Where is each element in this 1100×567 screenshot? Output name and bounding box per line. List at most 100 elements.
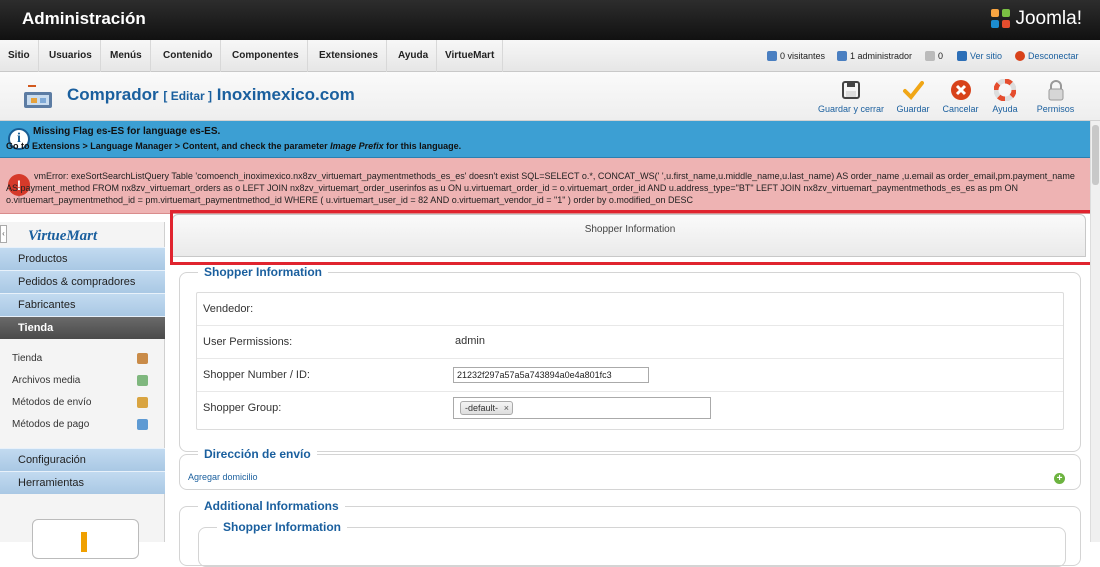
sidebar-subitem-pago-label: Métodos de pago: [12, 419, 90, 430]
toolbar: Comprador [ Editar ] Inoximexico.com Gua…: [0, 72, 1100, 121]
additional-shopper-panel: Shopper Information: [198, 520, 1066, 567]
permissions-button[interactable]: Permisos: [1033, 79, 1078, 114]
lifebuoy-icon: [993, 78, 1017, 102]
save-close-label: Guardar y cerrar: [817, 104, 885, 114]
sidebar-subitem-tienda[interactable]: Tienda: [12, 348, 152, 370]
scrollbar-thumb[interactable]: [1092, 125, 1099, 185]
remove-chip-icon[interactable]: ×: [504, 402, 509, 415]
view-site-link[interactable]: Ver sitio: [957, 51, 1002, 61]
sidebar-item-productos[interactable]: Productos: [0, 247, 165, 270]
help-label: Ayuda: [992, 104, 1018, 114]
add-address-icon[interactable]: +: [1054, 473, 1065, 484]
shopper-info-legend: Shopper Information: [198, 265, 328, 279]
info-message-detail: Go to Extensions > Language Manager > Co…: [6, 141, 461, 151]
checkmark-icon: [902, 79, 924, 101]
menu-usuarios[interactable]: Usuarios: [41, 40, 101, 72]
admin-title: Administración: [22, 9, 146, 28]
help-button[interactable]: Ayuda: [985, 78, 1025, 114]
sidebar-subitem-tienda-label: Tienda: [12, 353, 43, 364]
permissions-value: admin: [455, 335, 485, 347]
page-title-edit: [ Editar ]: [163, 89, 213, 103]
shopper-number-row: Shopper Number / ID:: [197, 359, 1063, 392]
monitor-icon: [957, 51, 967, 61]
joomla-brand-text: Joomla!: [1015, 8, 1082, 29]
sidebar-item-tienda[interactable]: Tienda: [0, 316, 165, 339]
sidebar-item-fabricantes[interactable]: Fabricantes: [0, 293, 165, 316]
sidebar-subitem-media[interactable]: Archivos media: [12, 370, 152, 392]
cancel-icon: [950, 79, 972, 101]
info-message-title: Missing Flag es-ES for language es-ES.: [33, 126, 221, 137]
shopper-group-select[interactable]: -default- ×: [453, 397, 711, 419]
admins-count: 1 administrador: [850, 51, 913, 61]
logout-icon: [1015, 51, 1025, 61]
save-close-button[interactable]: Guardar y cerrar: [816, 79, 886, 114]
messages-icon: [925, 51, 935, 61]
shopper-header-icon: [22, 82, 54, 114]
save-label: Guardar: [896, 104, 930, 114]
sidebar-item-pedidos[interactable]: Pedidos & compradores: [0, 270, 165, 293]
menu-extensiones[interactable]: Extensiones: [311, 40, 387, 72]
menu-componentes[interactable]: Componentes: [224, 40, 308, 72]
virtuemart-logo: VirtueMart: [28, 228, 98, 244]
menu-menus[interactable]: Menús: [102, 40, 151, 72]
info-detail-part2: for this language.: [383, 141, 462, 151]
payment-icon: [137, 419, 148, 430]
info-detail-emphasis: Image Prefix: [330, 141, 384, 151]
shopper-number-label: Shopper Number / ID:: [203, 369, 310, 381]
sidebar: VirtueMart Productos Pedidos & comprador…: [0, 222, 165, 559]
lock-icon: [1045, 79, 1067, 101]
menu-contenido[interactable]: Contenido: [155, 40, 222, 72]
view-site-label: Ver sitio: [970, 51, 1003, 61]
messages-status[interactable]: 0: [925, 51, 943, 61]
permissions-row: User Permissions: admin: [197, 326, 1063, 359]
page-title-text: Comprador: [67, 85, 159, 104]
shopper-group-chip: -default- ×: [460, 401, 514, 415]
sidebar-promo-box: [32, 519, 139, 559]
logout-label: Desconectar: [1028, 51, 1079, 61]
permissions-label: User Permissions:: [203, 336, 293, 348]
admin-users-icon: [837, 51, 847, 61]
vendor-row: Vendedor:: [197, 293, 1063, 326]
joomla-logo[interactable]: Joomla!: [991, 8, 1082, 30]
error-message: ! vmError: exeSortSearchListQuery Table …: [0, 158, 1100, 214]
truck-icon: [137, 397, 148, 408]
shopper-group-chip-label: -default-: [465, 403, 499, 413]
shopper-fields: Vendedor: User Permissions: admin Shoppe…: [196, 292, 1064, 430]
cancel-button[interactable]: Cancelar: [938, 79, 983, 114]
page-scrollbar[interactable]: [1090, 121, 1100, 542]
store-icon: [137, 353, 148, 364]
sidebar-subitem-envio[interactable]: Métodos de envío: [12, 392, 152, 414]
shopper-number-input[interactable]: [453, 367, 649, 383]
sidebar-item-herramientas[interactable]: Herramientas: [0, 471, 165, 494]
menu-ayuda[interactable]: Ayuda: [390, 40, 438, 72]
page-title: Comprador [ Editar ] Inoximexico.com: [67, 85, 355, 105]
shopper-group-row: Shopper Group: -default- ×: [197, 392, 1063, 429]
menu-sitio[interactable]: Sitio: [0, 40, 39, 72]
highlight-box: [170, 210, 1098, 265]
sidebar-subitem-pago[interactable]: Métodos de pago: [12, 414, 152, 436]
vendor-label: Vendedor:: [203, 303, 254, 315]
joomla-mark-icon: [991, 9, 1011, 29]
sidebar-item-configuracion[interactable]: Configuración: [0, 448, 165, 471]
additional-shopper-legend: Shopper Information: [217, 520, 347, 534]
info-message: i Missing Flag es-ES for language es-ES.…: [0, 121, 1100, 158]
shipping-panel: Dirección de envío Agregar domicilio +: [179, 447, 1081, 490]
info-detail-part1: Go to Extensions > Language Manager > Co…: [6, 141, 331, 151]
page-title-site: Inoximexico.com: [216, 85, 355, 104]
add-address-link[interactable]: Agregar domicilio: [188, 472, 258, 482]
users-icon: [767, 51, 777, 61]
media-icon: [137, 375, 148, 386]
admins-status: 1 administrador: [837, 51, 912, 61]
admin-header: Administración Joomla!: [0, 0, 1100, 40]
shopper-info-panel: Shopper Information Vendedor: User Permi…: [179, 265, 1081, 452]
shopper-group-label: Shopper Group:: [203, 402, 282, 414]
menu-virtuemart[interactable]: VirtueMart: [437, 40, 504, 72]
sidebar-subitem-media-label: Archivos media: [12, 375, 81, 386]
visitors-count: 0 visitantes: [780, 51, 826, 61]
logout-link[interactable]: Desconectar: [1015, 51, 1079, 61]
sidebar-subitem-envio-label: Métodos de envío: [12, 397, 92, 408]
save-button[interactable]: Guardar: [893, 79, 933, 114]
cancel-label: Cancelar: [942, 104, 979, 114]
additional-info-legend: Additional Informations: [198, 499, 345, 513]
sidebar-collapse-tab[interactable]: ‹: [0, 225, 7, 243]
